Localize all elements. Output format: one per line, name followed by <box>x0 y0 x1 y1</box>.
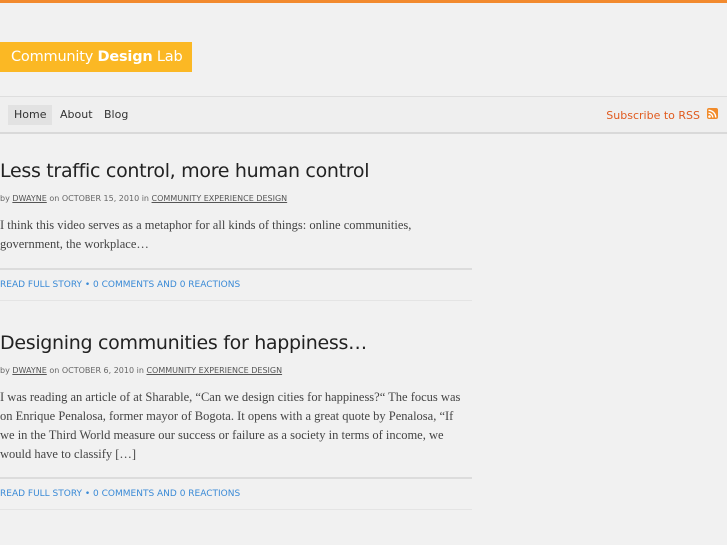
post-end-divider <box>0 509 472 510</box>
post-title[interactable]: Designing communities for happiness… <box>0 332 367 354</box>
post-divider <box>0 477 472 479</box>
read-full-story-link[interactable]: READ FULL STORY <box>0 280 82 290</box>
nav-item-blog[interactable]: Blog <box>98 105 134 125</box>
category-link[interactable]: COMMUNITY EXPERIENCE DESIGN <box>152 194 288 203</box>
logo-text-lab: Lab <box>152 49 183 65</box>
separator-bullet: • <box>82 489 94 499</box>
nav-item-home[interactable]: Home <box>8 105 53 125</box>
meta-by: by <box>0 194 13 203</box>
post-footer-links: READ FULL STORY • 0 COMMENTS AND 0 REACT… <box>0 489 240 499</box>
post-footer-links: READ FULL STORY • 0 COMMENTS AND 0 REACT… <box>0 280 240 290</box>
post-end-divider <box>0 300 472 301</box>
meta-date: on OCTOBER 6, 2010 in <box>46 366 147 375</box>
author-link[interactable]: DWAYNE <box>12 194 46 203</box>
category-link[interactable]: COMMUNITY EXPERIENCE DESIGN <box>146 366 282 375</box>
top-accent-bar <box>0 0 727 3</box>
meta-date: on OCTOBER 15, 2010 in <box>46 194 152 203</box>
meta-by: by <box>0 366 13 375</box>
logo-text-community: Community <box>11 49 98 65</box>
post-title[interactable]: Less traffic control, more human control <box>0 160 370 182</box>
main-navigation: Home About Blog Subscribe to RSS <box>0 96 727 134</box>
rss-icon[interactable] <box>707 108 718 119</box>
post-excerpt: I think this video serves as a metaphor … <box>0 218 412 251</box>
separator-bullet: • <box>82 280 94 290</box>
subscribe-rss-link[interactable]: Subscribe to RSS <box>606 107 700 125</box>
author-link[interactable]: DWAYNE <box>12 366 46 375</box>
read-full-story-link[interactable]: READ FULL STORY <box>0 489 82 499</box>
site-logo[interactable]: Community Design Lab <box>0 42 192 72</box>
post-excerpt: I was reading an article of at Sharable,… <box>0 390 461 461</box>
post-meta: by DWAYNE on OCTOBER 15, 2010 in COMMUNI… <box>0 194 287 203</box>
logo-text-design: Design <box>97 49 153 65</box>
post-divider <box>0 268 472 270</box>
comments-link[interactable]: 0 COMMENTS AND 0 REACTIONS <box>93 489 240 499</box>
nav-item-about[interactable]: About <box>54 105 99 125</box>
post-meta: by DWAYNE on OCTOBER 6, 2010 in COMMUNIT… <box>0 366 282 375</box>
comments-link[interactable]: 0 COMMENTS AND 0 REACTIONS <box>93 280 240 290</box>
